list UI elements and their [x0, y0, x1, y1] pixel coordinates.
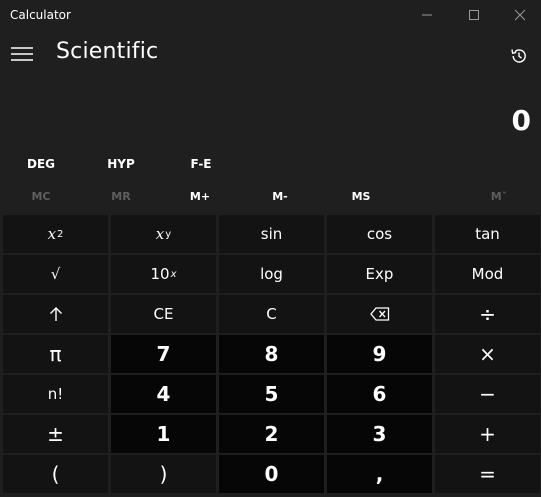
- memory-clear-button[interactable]: MC: [6, 186, 76, 206]
- equals-button[interactable]: =: [435, 455, 540, 493]
- digit-7-button[interactable]: 7: [111, 335, 216, 373]
- log-button[interactable]: log: [219, 255, 324, 293]
- pi-button[interactable]: π: [3, 335, 108, 373]
- square-base: x: [47, 225, 57, 243]
- clear-entry-button[interactable]: CE: [111, 295, 216, 333]
- digit-1-button[interactable]: 1: [111, 415, 216, 453]
- history-icon: [511, 49, 526, 63]
- square-root-button[interactable]: √: [3, 255, 108, 293]
- minimize-button[interactable]: [404, 0, 450, 30]
- exp-button[interactable]: Exp: [327, 255, 432, 293]
- power-button[interactable]: xy: [111, 215, 216, 253]
- divide-button[interactable]: ÷: [435, 295, 540, 333]
- ten-power-base: 10: [150, 265, 170, 283]
- memory-subtract-button[interactable]: M-: [245, 186, 315, 206]
- close-button[interactable]: [497, 0, 541, 30]
- mod-button[interactable]: Mod: [435, 255, 540, 293]
- digit-6-button[interactable]: 6: [327, 375, 432, 413]
- memory-list-button[interactable]: Mˇ: [464, 186, 534, 206]
- keypad: x2 xy sin cos tan √ 10 x log Exp Mod CE C…: [3, 215, 540, 495]
- digit-9-button[interactable]: 9: [327, 335, 432, 373]
- tan-button[interactable]: tan: [435, 215, 540, 253]
- shift-button[interactable]: [3, 295, 108, 333]
- memory-add-button[interactable]: M+: [165, 186, 235, 206]
- power-base: x: [155, 225, 165, 243]
- up-arrow-icon: [49, 307, 62, 321]
- backspace-icon: [369, 307, 389, 321]
- mode-title: Scientific: [56, 39, 159, 64]
- open-paren-button[interactable]: (: [3, 455, 108, 493]
- hyp-button[interactable]: HYP: [86, 154, 156, 174]
- fe-button[interactable]: F-E: [166, 154, 236, 174]
- maximize-icon: [469, 10, 479, 20]
- calculator-header: Scientific: [0, 32, 541, 80]
- close-paren-button[interactable]: ): [111, 455, 216, 493]
- minimize-icon: [422, 14, 432, 16]
- digit-4-button[interactable]: 4: [111, 375, 216, 413]
- maximize-button[interactable]: [451, 0, 497, 30]
- factorial-button[interactable]: n!: [3, 375, 108, 413]
- decimal-separator-button[interactable]: ,: [327, 455, 432, 493]
- ten-power-exponent: x: [170, 268, 177, 280]
- result-display: 0: [511, 104, 531, 137]
- square-button[interactable]: x2: [3, 215, 108, 253]
- negate-button[interactable]: ±: [3, 415, 108, 453]
- backspace-button[interactable]: [327, 295, 432, 333]
- subtract-button[interactable]: −: [435, 375, 540, 413]
- navigation-menu-button[interactable]: [6, 38, 38, 70]
- digit-8-button[interactable]: 8: [219, 335, 324, 373]
- add-button[interactable]: +: [435, 415, 540, 453]
- digit-2-button[interactable]: 2: [219, 415, 324, 453]
- ten-power-button[interactable]: 10 x: [111, 255, 216, 293]
- power-exponent: y: [165, 228, 172, 240]
- digit-5-button[interactable]: 5: [219, 375, 324, 413]
- history-button[interactable]: [503, 40, 535, 72]
- hamburger-icon: [11, 47, 33, 61]
- sin-button[interactable]: sin: [219, 215, 324, 253]
- title-bar: Calculator: [0, 0, 541, 32]
- digit-0-button[interactable]: 0: [219, 455, 324, 493]
- square-exponent: 2: [57, 228, 64, 240]
- memory-recall-button[interactable]: MR: [86, 186, 156, 206]
- memory-store-button[interactable]: MS: [326, 186, 396, 206]
- multiply-button[interactable]: ×: [435, 335, 540, 373]
- clear-button[interactable]: C: [219, 295, 324, 333]
- app-title: Calculator: [10, 8, 71, 22]
- digit-3-button[interactable]: 3: [327, 415, 432, 453]
- deg-button[interactable]: DEG: [6, 154, 76, 174]
- cos-button[interactable]: cos: [327, 215, 432, 253]
- close-icon: [514, 9, 526, 21]
